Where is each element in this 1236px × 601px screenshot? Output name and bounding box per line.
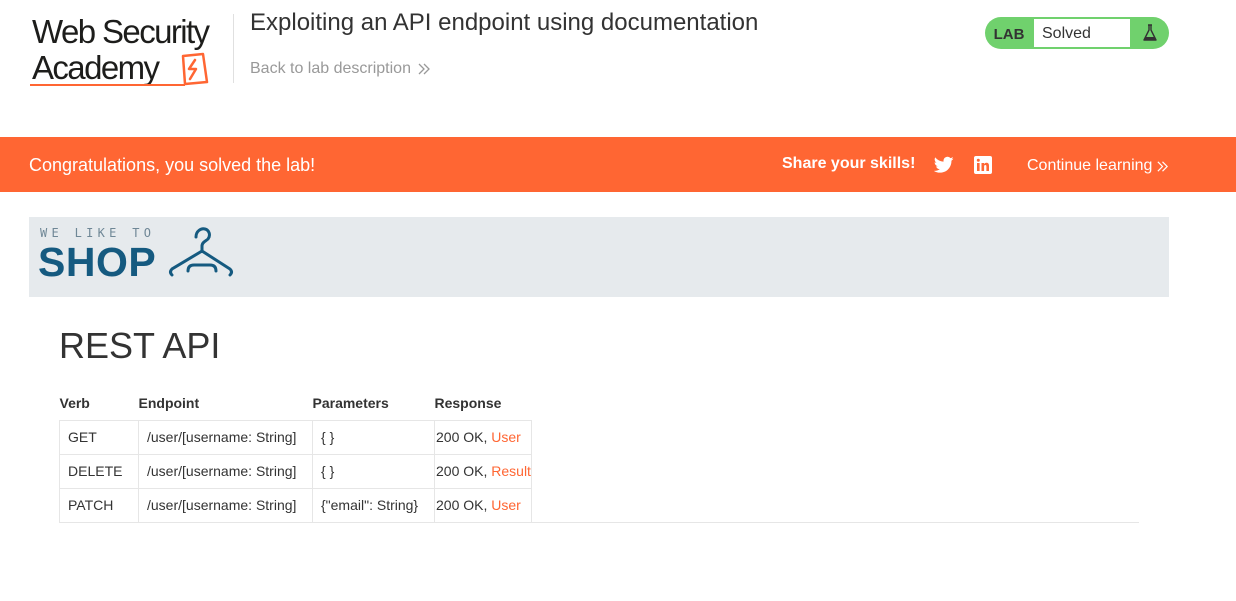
endpoint-cell: /user/[username: String] xyxy=(138,453,313,489)
table-row: PATCH /user/[username: String] {"email":… xyxy=(59,487,532,523)
flask-icon xyxy=(1131,17,1169,49)
response-status: 200 OK, xyxy=(436,429,488,445)
verb-cell: PATCH xyxy=(59,487,139,523)
double-chevron-right-icon xyxy=(1157,160,1169,172)
double-chevron-right-icon xyxy=(418,63,430,75)
linkedin-icon[interactable] xyxy=(974,156,992,174)
table-row: DELETE /user/[username: String] { } 200 … xyxy=(59,453,532,489)
verb-cell: DELETE xyxy=(59,453,139,489)
lab-status-value: Solved xyxy=(1033,18,1131,48)
response-status: 200 OK, xyxy=(436,497,488,513)
endpoint-cell: /user/[username: String] xyxy=(138,419,313,455)
response-cell: 200 OK, User xyxy=(434,487,532,523)
lab-status-label: LAB xyxy=(993,25,1025,43)
logo-text-line2: Academy xyxy=(32,49,160,86)
page-title: REST API xyxy=(59,325,221,366)
parameters-cell: { } xyxy=(312,419,435,455)
response-type-link[interactable]: User xyxy=(491,429,521,445)
verb-cell: GET xyxy=(59,419,139,455)
back-to-lab-description-link[interactable]: Back to lab description xyxy=(250,60,431,78)
shop-tagline: WE LIKE TO xyxy=(40,226,156,240)
lab-status-widget: LAB Solved xyxy=(985,17,1169,49)
header-divider xyxy=(233,14,234,83)
response-status: 200 OK, xyxy=(436,463,488,479)
header-response: Response xyxy=(434,394,502,411)
content-divider xyxy=(59,522,1139,523)
web-security-academy-logo[interactable]: Web Security Academy xyxy=(30,14,230,88)
table-row: GET /user/[username: String] { } 200 OK,… xyxy=(59,419,532,455)
continue-learning-link[interactable]: Continue learning xyxy=(1027,157,1169,175)
continue-learning-label: Continue learning xyxy=(1027,157,1153,174)
header-parameters: Parameters xyxy=(312,394,389,411)
logo-mark-icon xyxy=(181,52,209,86)
twitter-icon[interactable] xyxy=(934,156,954,174)
response-type-link[interactable]: Result xyxy=(491,463,531,479)
congratulations-message: Congratulations, you solved the lab! xyxy=(29,155,316,175)
share-skills-label: Share your skills! xyxy=(782,155,916,172)
response-type-link[interactable]: User xyxy=(491,497,521,513)
parameters-cell: {"email": String} xyxy=(312,487,435,523)
solved-banner: Congratulations, you solved the lab! Sha… xyxy=(0,137,1236,192)
endpoint-cell: /user/[username: String] xyxy=(138,487,313,523)
shop-name: SHOP xyxy=(38,239,157,285)
logo-underline xyxy=(30,84,185,86)
parameters-cell: { } xyxy=(312,453,435,489)
lab-title: Exploiting an API endpoint using documen… xyxy=(250,9,759,36)
api-table: Verb Endpoint Parameters Response GET /u… xyxy=(59,386,532,523)
header-verb: Verb xyxy=(59,394,90,411)
shop-header: WE LIKE TO SHOP xyxy=(29,217,1169,297)
header-endpoint: Endpoint xyxy=(138,394,200,411)
back-link-label: Back to lab description xyxy=(250,60,411,77)
hanger-icon xyxy=(169,227,233,277)
response-cell: 200 OK, User xyxy=(434,419,532,455)
response-cell: 200 OK, Result xyxy=(434,453,532,489)
logo-text-line1: Web Security xyxy=(32,13,210,50)
table-header-row: Verb Endpoint Parameters Response xyxy=(60,386,532,420)
